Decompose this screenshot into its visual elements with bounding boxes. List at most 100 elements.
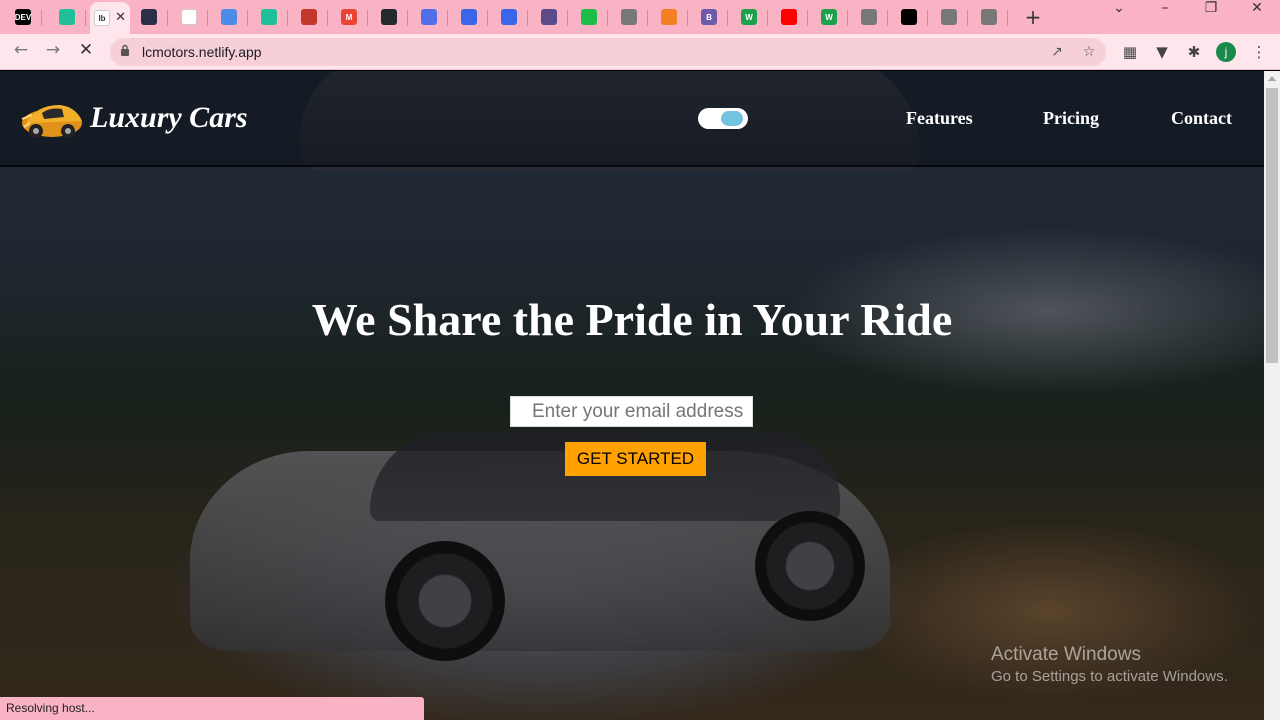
diamond-icon	[59, 9, 75, 25]
minimize-icon[interactable]: –	[1142, 0, 1188, 34]
tab-separator	[247, 10, 248, 26]
tab-separator	[367, 10, 368, 26]
activate-windows-subtitle: Go to Settings to activate Windows.	[991, 668, 1228, 685]
browser-tab[interactable]: W	[730, 4, 768, 30]
back-icon[interactable]: ←	[9, 40, 33, 64]
vuetify-icon[interactable]: ▼	[1152, 42, 1172, 62]
site-navbar: Luxury Cars Features Pricing Contact	[0, 71, 1264, 167]
hero-title: We Share the Pride in Your Ride	[311, 294, 953, 345]
globe-icon	[941, 9, 957, 25]
activate-windows-title: Activate Windows	[991, 644, 1141, 665]
forward-icon[interactable]: →	[41, 40, 65, 64]
restore-icon[interactable]: ❐	[1188, 0, 1234, 34]
browser-tab[interactable]	[370, 4, 408, 30]
browser-tab[interactable]	[490, 4, 528, 30]
tab-separator	[207, 10, 208, 26]
tab-separator	[407, 10, 408, 26]
browser-tab[interactable]	[170, 4, 208, 30]
browser-tab[interactable]	[450, 4, 488, 30]
menu-kebab-icon[interactable]: ⋮	[1249, 42, 1269, 62]
w-icon: W	[821, 9, 837, 25]
flag-icon	[221, 9, 237, 25]
tab-separator	[967, 10, 968, 26]
coolors-icon	[541, 9, 557, 25]
a-icon	[901, 9, 917, 25]
browser-tab[interactable]	[530, 4, 568, 30]
globe-icon	[621, 9, 637, 25]
car-logo-icon[interactable]	[20, 93, 84, 143]
browser-tab[interactable]	[210, 4, 248, 30]
address-bar[interactable]: lcmotors.netlify.app ↗ ☆	[110, 38, 1106, 66]
browser-tab[interactable]: Ib ✕	[90, 2, 130, 34]
tab-separator	[327, 10, 328, 26]
tab-separator	[567, 10, 568, 26]
stop-loading-icon[interactable]: ✕	[74, 40, 98, 64]
browser-tab[interactable]: DEV	[4, 4, 42, 30]
nav-link-pricing[interactable]: Pricing	[1043, 108, 1099, 129]
tab-separator	[287, 10, 288, 26]
browser-tab[interactable]	[410, 4, 448, 30]
tab-separator	[807, 10, 808, 26]
theme-toggle[interactable]	[698, 108, 748, 129]
pdf-icon	[301, 9, 317, 25]
browser-tab[interactable]	[650, 4, 688, 30]
close-tab-icon[interactable]: ✕	[115, 10, 126, 25]
get-started-button[interactable]: GET STARTED	[565, 442, 706, 476]
scroll-thumb[interactable]	[1266, 88, 1278, 363]
globe-icon	[981, 9, 997, 25]
email-input[interactable]	[510, 396, 753, 427]
browser-tab[interactable]	[770, 4, 808, 30]
bold-icon: B	[701, 9, 717, 25]
tab-search-icon[interactable]: ⌄	[1096, 0, 1142, 34]
camera-icon	[141, 9, 157, 25]
tab-separator	[727, 10, 728, 26]
check-icon	[581, 9, 597, 25]
page-viewport: Luxury Cars Features Pricing Contact We …	[0, 71, 1264, 720]
browser-tab[interactable]: B	[690, 4, 728, 30]
lock-icon	[121, 44, 129, 56]
browser-tab[interactable]	[610, 4, 648, 30]
browser-tab[interactable]	[930, 4, 968, 30]
scroll-up-arrow-icon[interactable]	[1268, 76, 1276, 81]
diamond-icon	[261, 9, 277, 25]
url-text: lcmotors.netlify.app	[142, 44, 262, 60]
nav-link-features[interactable]: Features	[906, 108, 973, 129]
new-tab-button[interactable]: +	[1022, 6, 1044, 28]
tab-separator	[607, 10, 608, 26]
nav-link-contact[interactable]: Contact	[1171, 108, 1232, 129]
browser-tab[interactable]: W	[810, 4, 848, 30]
tab-separator	[887, 10, 888, 26]
page-icon: Ib	[94, 10, 110, 26]
browser-tab[interactable]	[290, 4, 328, 30]
tab-separator	[85, 10, 86, 26]
youtube-icon	[781, 9, 797, 25]
gmail-icon: M	[341, 9, 357, 25]
profile-avatar[interactable]: j	[1216, 42, 1236, 62]
share-icon[interactable]: ↗	[1048, 43, 1066, 61]
browser-tab[interactable]	[130, 4, 168, 30]
github-icon	[381, 9, 397, 25]
tab-separator	[167, 10, 168, 26]
tab-separator	[527, 10, 528, 26]
toggle-knob	[721, 111, 743, 126]
extensions-puzzle-icon[interactable]: ✱	[1184, 42, 1204, 62]
tab-strip: W W B M Ib ✕ DEV + ⌄ – ❐ ✕	[0, 0, 1280, 34]
browser-tab[interactable]	[48, 4, 86, 30]
tab-separator	[847, 10, 848, 26]
play-icon	[421, 9, 437, 25]
browser-tab[interactable]	[890, 4, 928, 30]
browser-tab[interactable]	[250, 4, 288, 30]
close-window-icon[interactable]: ✕	[1234, 0, 1280, 34]
tab-separator	[767, 10, 768, 26]
browser-tab[interactable]: M	[330, 4, 368, 30]
browser-tab[interactable]	[570, 4, 608, 30]
bookmark-star-icon[interactable]: ☆	[1080, 43, 1098, 61]
browser-tab[interactable]	[970, 4, 1008, 30]
browser-toolbar: ← → ✕ lcmotors.netlify.app ↗ ☆ ▦ ▼ ✱ j ⋮	[0, 34, 1280, 70]
browser-tab[interactable]	[850, 4, 888, 30]
page-scrollbar[interactable]	[1264, 71, 1280, 720]
stack-icon	[661, 9, 677, 25]
tab-separator	[687, 10, 688, 26]
brand-name[interactable]: Luxury Cars	[90, 101, 248, 135]
extension-grid-icon[interactable]: ▦	[1120, 42, 1140, 62]
